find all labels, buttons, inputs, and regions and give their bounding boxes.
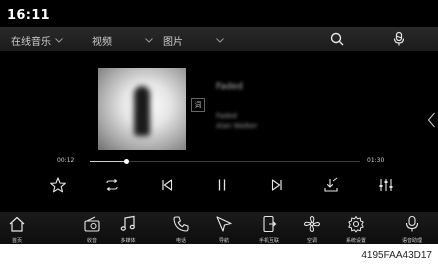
image-id-caption: 4195FAA43D17 <box>361 250 432 261</box>
lyrics-button[interactable]: 词 <box>191 98 205 112</box>
pause-icon[interactable] <box>213 176 231 194</box>
bottom-dock: 首页 收音 多媒体 电话 导航 手机互联 空调 系统设置 语音助理 <box>0 212 438 244</box>
dock-label-media: 多媒体 <box>120 238 136 244</box>
dock-item-navigation[interactable]: 导航 <box>202 212 246 244</box>
dock-label-phone: 电话 <box>175 238 186 244</box>
tab-video[interactable]: 视频 <box>92 33 153 48</box>
radio-icon <box>84 216 100 232</box>
infotainment-screen: 16:11 在线音乐 视频 图片 词 Faded Faded Alan Walk… <box>0 0 438 244</box>
chevron-down-icon <box>55 38 63 43</box>
elapsed-time: 00:12 <box>57 157 75 164</box>
download-icon[interactable] <box>322 176 340 194</box>
dock-label-settings: 系统设置 <box>345 238 366 244</box>
music-note-icon <box>120 215 135 231</box>
dock-label-navigation: 导航 <box>218 238 229 244</box>
equalizer-icon[interactable] <box>377 176 395 194</box>
dock-label-home: 首页 <box>11 238 22 244</box>
tab-pictures-label: 图片 <box>163 37 183 48</box>
album-cover <box>98 68 186 150</box>
progress-knob[interactable] <box>123 159 129 164</box>
source-tab-bar: 在线音乐 视频 图片 <box>0 27 438 51</box>
progress-fill <box>90 161 126 162</box>
tab-online-music-label: 在线音乐 <box>11 37 51 48</box>
chevron-left-icon[interactable] <box>427 112 436 128</box>
phone-icon <box>173 216 189 232</box>
gear-icon <box>348 216 364 233</box>
song-artist: Faded <box>216 112 237 120</box>
favorite-icon[interactable] <box>49 176 67 194</box>
previous-icon[interactable] <box>158 176 176 194</box>
repeat-icon[interactable] <box>103 176 121 194</box>
dock-label-phone-link: 手机互联 <box>258 238 279 244</box>
progress-bar[interactable] <box>90 159 360 164</box>
phone-link-icon <box>263 215 277 233</box>
microphone-icon <box>405 215 419 232</box>
dock-item-phone-link[interactable]: 手机互联 <box>247 212 291 244</box>
home-icon <box>9 216 25 232</box>
tab-video-label: 视频 <box>92 37 112 48</box>
dock-item-media[interactable]: 多媒体 <box>106 212 150 244</box>
tab-online-music[interactable]: 在线音乐 <box>11 33 63 48</box>
tab-pictures[interactable]: 图片 <box>163 33 224 48</box>
chevron-down-icon <box>216 38 224 43</box>
next-icon[interactable] <box>268 176 286 194</box>
fan-icon <box>303 215 321 233</box>
status-clock: 16:11 <box>7 8 50 23</box>
dock-item-home[interactable]: 首页 <box>0 212 39 244</box>
dock-item-voice-assistant[interactable]: 语音助理 <box>390 212 434 244</box>
total-duration: 01:30 <box>367 157 385 164</box>
voice-search-icon[interactable] <box>391 31 407 47</box>
dock-item-phone[interactable]: 电话 <box>159 212 203 244</box>
dock-item-climate[interactable]: 空调 <box>290 212 334 244</box>
album-cover-figure <box>134 86 150 136</box>
dock-label-climate: 空调 <box>306 238 317 244</box>
search-icon[interactable] <box>329 31 345 47</box>
dock-item-settings[interactable]: 系统设置 <box>334 212 378 244</box>
song-title: Faded <box>216 82 243 92</box>
dock-label-voice-assistant: 语音助理 <box>401 238 422 244</box>
navigation-icon <box>216 216 232 232</box>
song-album: Alan Walker <box>216 122 258 130</box>
chevron-down-icon <box>145 38 153 43</box>
